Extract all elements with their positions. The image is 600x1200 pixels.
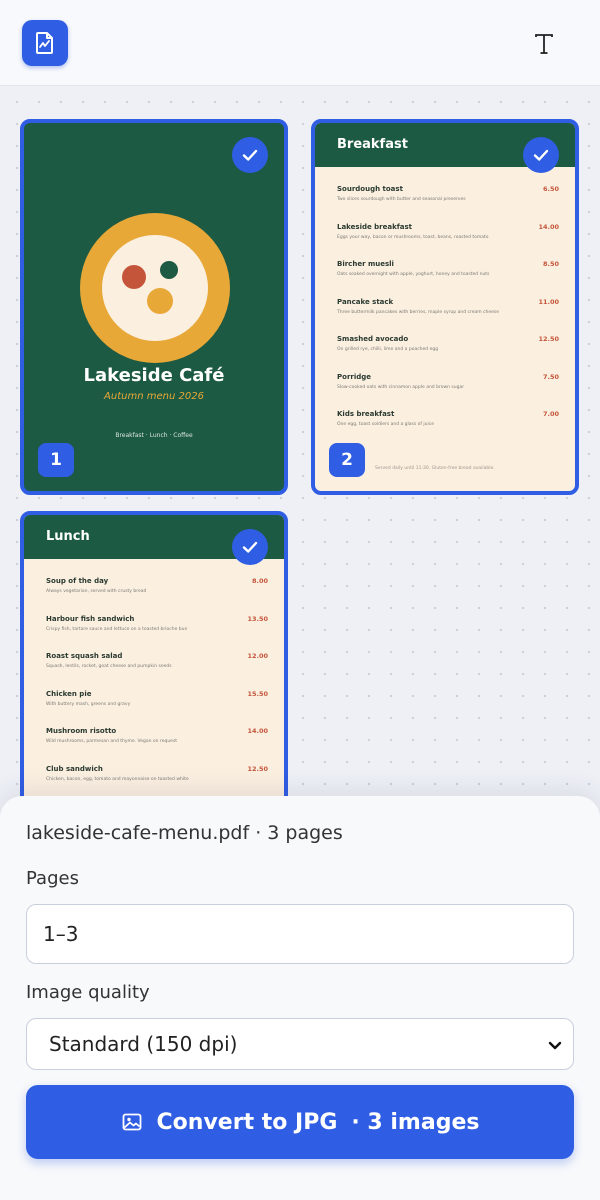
pages-range-input[interactable]	[26, 904, 574, 964]
app-logo-button[interactable]	[22, 20, 68, 66]
file-info: lakeside-cafe-menu.pdf · 3 pages	[26, 822, 343, 844]
menu-item: Mushroom risotto Wild mushrooms, parmesa…	[46, 727, 268, 744]
checkmark-icon	[242, 149, 258, 161]
menu-item: Kids breakfast One egg, toast soldiers a…	[337, 410, 559, 427]
pages-label: Pages	[26, 868, 79, 889]
page-3-selected-check[interactable]	[232, 529, 268, 565]
page-thumbnail-1[interactable]: Lakeside Café Autumn menu 2026 Breakfast…	[20, 119, 288, 495]
cover-title: Lakeside Café	[83, 365, 225, 386]
menu-item: Sourdough toast Two slices sourdough wit…	[337, 185, 559, 202]
cover-plate-illustration	[80, 213, 230, 363]
image-icon	[122, 1113, 141, 1131]
text-tool-button[interactable]	[524, 24, 564, 64]
chevron-down-icon	[548, 1041, 562, 1050]
menu-item: Smashed avocado On grilled rye, chilli, …	[337, 335, 559, 352]
convert-label: Convert to JPG	[156, 1109, 338, 1135]
cover-footer: Breakfast · Lunch · Coffee	[115, 432, 193, 439]
text-tool-icon	[535, 34, 553, 54]
cover-subtitle: Autumn menu 2026	[104, 391, 204, 402]
page-1-selected-check[interactable]	[232, 137, 268, 173]
page-thumbnail-2[interactable]: Breakfast Sourdough toast Two slices sou…	[311, 119, 579, 495]
convert-image-count: · 3 images	[351, 1109, 480, 1135]
convert-options-sheet: lakeside-cafe-menu.pdf · 3 pages Pages I…	[0, 796, 600, 1200]
menu-item: Bircher muesli Oats soaked overnight wit…	[337, 260, 559, 277]
menu-item: Soup of the day Always vegetarian, serve…	[46, 577, 268, 594]
checkmark-icon	[242, 541, 258, 553]
menu-item: Harbour fish sandwich Crispy fish, tarta…	[46, 614, 268, 632]
page-number-badge: 1	[38, 443, 74, 477]
page-number-badge: 2	[329, 443, 365, 477]
menu-item: Roast squash salad Squash, lentils, rock…	[46, 652, 268, 669]
menu-footer-note: Served daily until 11:30. Gluten-free br…	[375, 466, 495, 471]
menu-item-list: Sourdough toast Two slices sourdough wit…	[337, 185, 559, 448]
page-2-selected-check[interactable]	[523, 137, 559, 173]
page-canvas: Lakeside Café Autumn menu 2026 Breakfast…	[0, 87, 600, 887]
menu-item: Porridge Slow-cooked oats with cinnamon …	[337, 372, 559, 390]
menu-item: Chicken pie With buttery mash, greens an…	[46, 689, 268, 707]
menu-item: Lakeside breakfast Eggs your way, bacon …	[337, 222, 559, 240]
checkmark-icon	[533, 149, 549, 161]
pdf-chart-document-icon	[36, 32, 53, 54]
menu-item: Pancake stack Three buttermilk pancakes …	[337, 297, 559, 315]
menu-item-list: Soup of the day Always vegetarian, serve…	[46, 577, 268, 802]
image-quality-label: Image quality	[26, 982, 150, 1003]
image-quality-value: Standard (150 dpi)	[49, 1032, 238, 1056]
top-bar	[0, 0, 600, 86]
image-quality-select[interactable]: Standard (150 dpi)	[26, 1018, 574, 1070]
convert-to-jpg-button[interactable]: Convert to JPG · 3 images	[26, 1085, 574, 1159]
